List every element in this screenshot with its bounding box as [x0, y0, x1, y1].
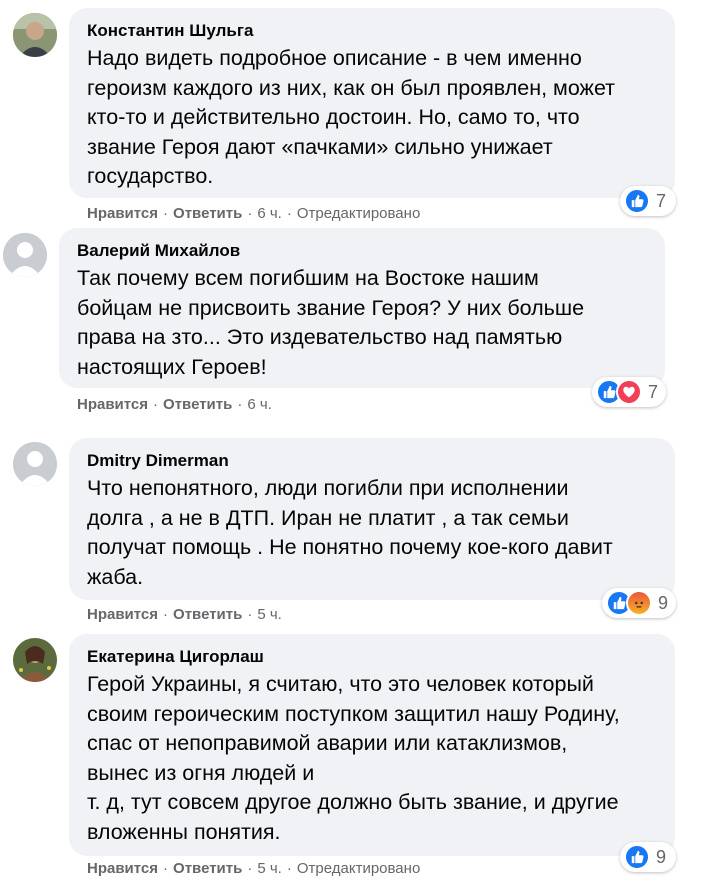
edited-label[interactable]: Отредактировано: [297, 205, 420, 222]
comment-author[interactable]: Dmitry Dimerman: [87, 450, 659, 472]
avatar[interactable]: [13, 13, 57, 57]
comment-actions: Нравится · Ответить · 5 ч. · Отредактировано: [87, 860, 421, 877]
comment-timestamp[interactable]: 6 ч.: [257, 205, 282, 222]
comment-timestamp[interactable]: 5 ч.: [257, 860, 282, 877]
comment-actions: Нравится · Ответить · 6 ч. · Отредактировано: [87, 205, 421, 222]
comment-text: Что непонятного, люди погибли при исполн…: [87, 476, 613, 589]
like-button[interactable]: Нравится: [87, 606, 158, 623]
comment-author[interactable]: Екатерина Цигорлаш: [87, 646, 659, 668]
comment-author[interactable]: Константин Шульга: [87, 20, 659, 42]
comment-author[interactable]: Валерий Михайлов: [77, 240, 649, 262]
reaction-summary[interactable]: 7: [592, 377, 666, 407]
reply-button[interactable]: Ответить: [173, 205, 242, 222]
comment-timestamp[interactable]: 5 ч.: [257, 606, 282, 623]
default-avatar-icon: [3, 233, 47, 277]
comment-text: Так почему всем погибшим на Востоке наши…: [77, 266, 585, 379]
avatar[interactable]: [13, 638, 57, 682]
avatar[interactable]: [3, 233, 47, 277]
comment-timestamp[interactable]: 6 ч.: [247, 396, 272, 413]
reaction-count: 9: [656, 847, 667, 867]
reaction-count: 7: [656, 191, 667, 211]
reaction-summary[interactable]: 7: [620, 186, 676, 216]
comment-bubble: Dmitry Dimerman Что непонятного, люди по…: [69, 438, 675, 600]
love-icon: [616, 379, 642, 405]
like-icon: [624, 844, 650, 870]
like-icon: [624, 188, 650, 214]
like-button[interactable]: Нравится: [77, 396, 148, 413]
comment-bubble: Константин Шульга Надо видеть подробное …: [69, 8, 675, 198]
user-photo-icon: [13, 13, 57, 57]
comment-actions: Нравится · Ответить · 6 ч.: [77, 396, 272, 413]
reaction-summary[interactable]: 9: [602, 588, 676, 618]
edited-label[interactable]: Отредактировано: [297, 860, 420, 877]
reply-button[interactable]: Ответить: [163, 396, 232, 413]
angry-icon: [626, 590, 652, 616]
comment-actions: Нравится · Ответить · 5 ч.: [87, 606, 282, 623]
default-avatar-icon: [13, 442, 57, 486]
comment-text: Герой Украины, я считаю, что это человек…: [87, 672, 620, 844]
reaction-count: 7: [648, 382, 659, 402]
avatar[interactable]: [13, 442, 57, 486]
like-button[interactable]: Нравится: [87, 860, 158, 877]
comment-bubble: Екатерина Цигорлаш Герой Украины, я счит…: [69, 634, 675, 856]
like-button[interactable]: Нравится: [87, 205, 158, 222]
reaction-count: 9: [658, 593, 669, 613]
comment-bubble: Валерий Михайлов Так почему всем погибши…: [59, 228, 665, 388]
reply-button[interactable]: Ответить: [173, 606, 242, 623]
reaction-summary[interactable]: 9: [620, 842, 676, 872]
user-photo-icon: [13, 638, 57, 682]
comment-text: Надо видеть подробное описание - в чем и…: [87, 46, 616, 188]
reply-button[interactable]: Ответить: [173, 860, 242, 877]
